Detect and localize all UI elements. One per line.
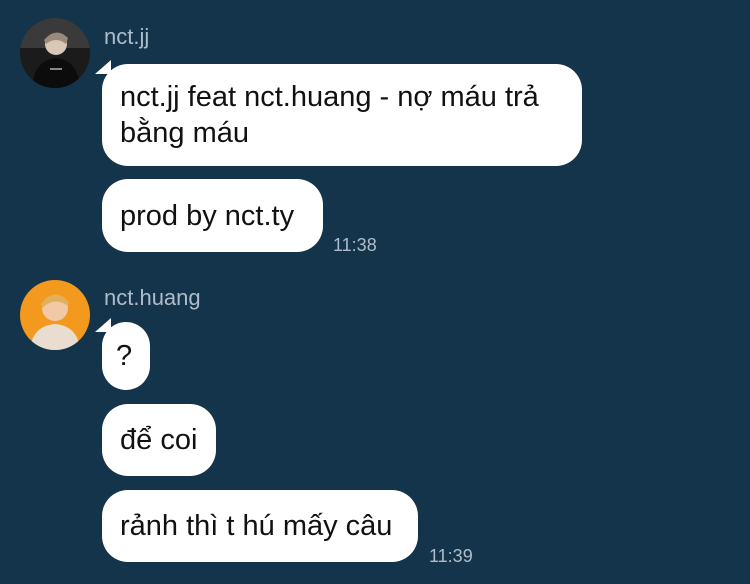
message-bubble[interactable]: rảnh thì t hú mấy câu — [102, 490, 418, 562]
avatar-nct-jj[interactable] — [20, 18, 90, 88]
message-timestamp: 11:38 — [333, 235, 377, 255]
user-avatar-orange-icon — [20, 280, 90, 350]
message-bubble[interactable]: để coi — [102, 404, 216, 476]
message-bubble[interactable]: ? — [102, 322, 150, 390]
message-text: ? — [116, 340, 133, 372]
avatar-nct-huang[interactable] — [20, 280, 90, 350]
message-text: rảnh thì t hú mấy câu — [120, 510, 393, 542]
message-text: để coi — [120, 424, 198, 456]
message-text: nct.jj feat nct.huang - nợ máu trả bằng … — [120, 81, 539, 149]
message-timestamp: 11:39 — [429, 546, 473, 566]
message-bubble[interactable]: prod by nct.ty — [102, 179, 323, 252]
message-bubble[interactable]: nct.jj feat nct.huang - nợ máu trả bằng … — [102, 64, 582, 166]
user-avatar-dark-icon — [20, 18, 90, 88]
sender-name: nct.huang — [104, 285, 201, 310]
message-text: prod by nct.ty — [120, 199, 295, 232]
sender-name: nct.jj — [104, 24, 150, 49]
